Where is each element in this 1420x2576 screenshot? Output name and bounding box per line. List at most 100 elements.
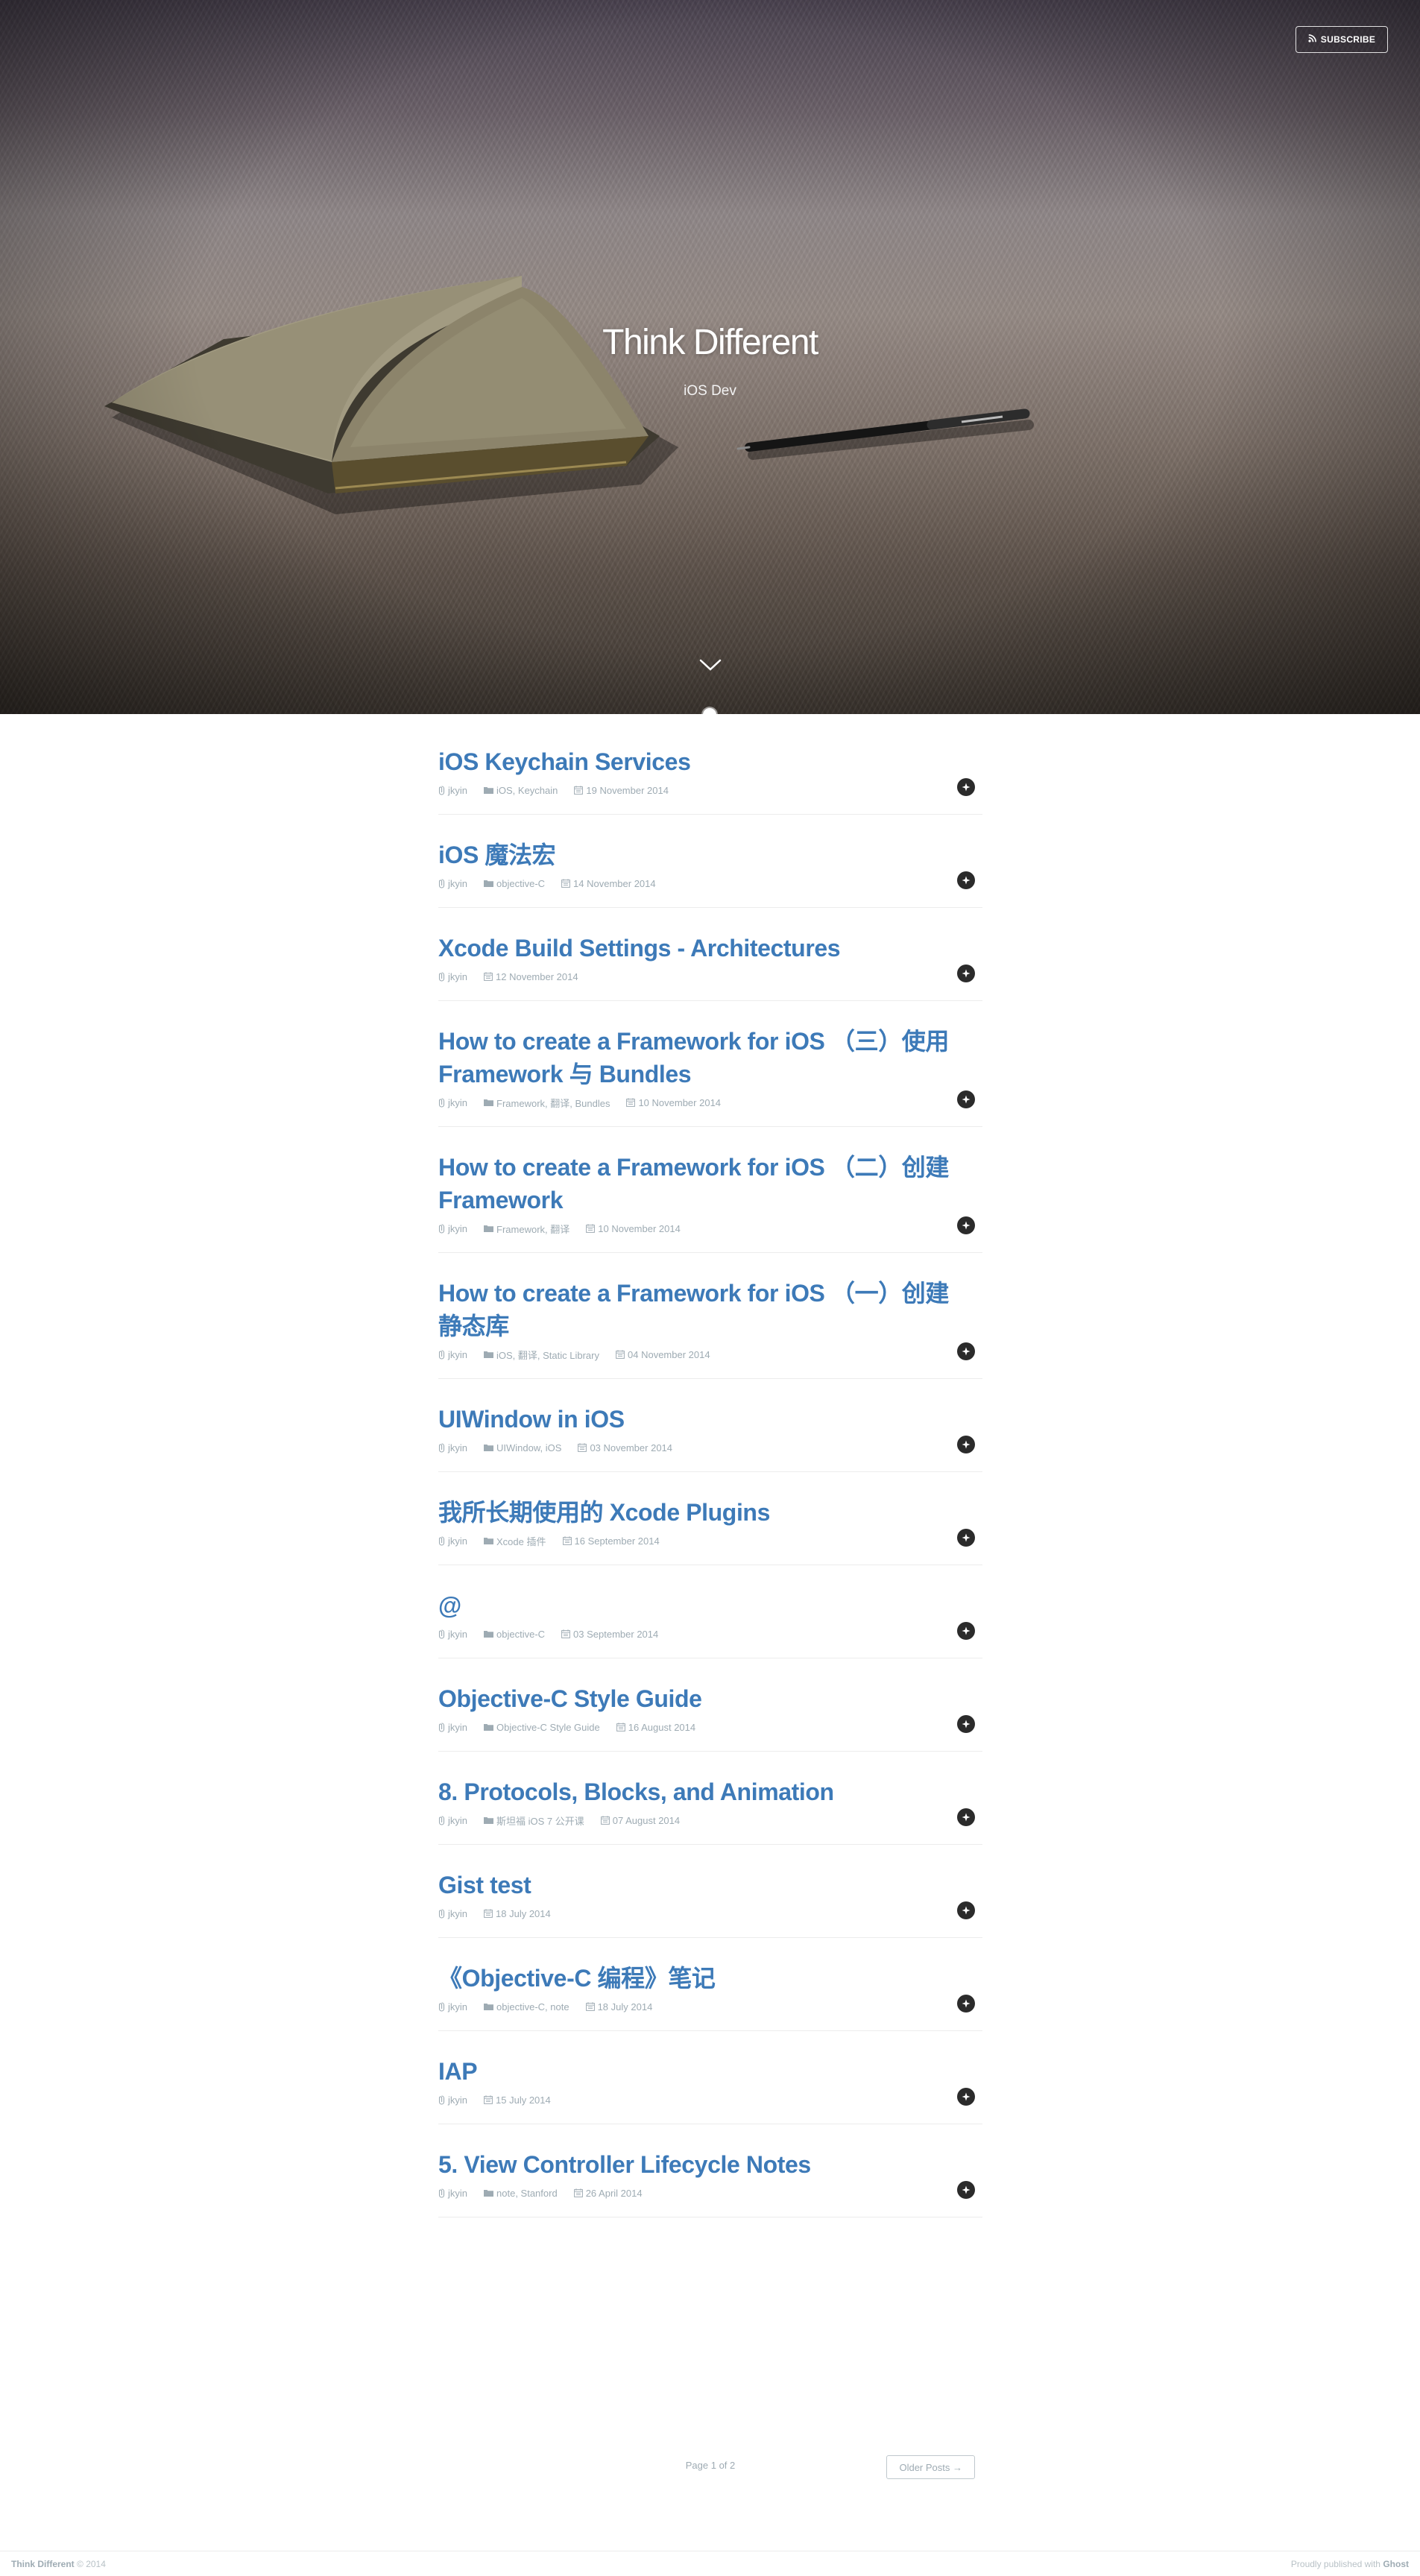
post-author: jkyin — [438, 1629, 467, 1640]
post-item: How to create a Framework for iOS （一）创建 … — [438, 1277, 982, 1379]
paperclip-icon — [438, 1535, 445, 1546]
tag-links[interactable]: Framework, 翻译 — [496, 1222, 569, 1236]
post-title-link[interactable]: 8. Protocols, Blocks, and Animation — [438, 1775, 982, 1808]
post-tags: objective-C, note — [484, 2001, 569, 2012]
tag-links[interactable]: objective-C — [496, 1629, 545, 1640]
author-name[interactable]: jkyin — [448, 1815, 467, 1826]
date-text: 15 July 2014 — [496, 2094, 551, 2106]
calendar-icon — [573, 2188, 583, 2197]
post-title-link[interactable]: Gist test — [438, 1869, 982, 1901]
author-avatar-icon[interactable] — [957, 1529, 975, 1547]
calendar-icon — [561, 1629, 570, 1638]
hero-author-dot — [703, 708, 716, 722]
tag-links[interactable]: Xcode 插件 — [496, 1534, 546, 1548]
tag-links[interactable]: Framework, 翻译, Bundles — [496, 1096, 610, 1110]
author-name[interactable]: jkyin — [448, 2001, 467, 2012]
date-text: 16 September 2014 — [574, 1535, 660, 1547]
post-item: Objective-C Style Guide jkyin Objective-C … — [438, 1682, 982, 1752]
author-avatar-icon[interactable] — [957, 871, 975, 889]
older-posts-button[interactable]: Older Posts → — [886, 2455, 975, 2479]
author-avatar-icon[interactable] — [957, 965, 975, 982]
paperclip-icon — [438, 971, 445, 982]
paperclip-icon — [438, 2094, 445, 2105]
tag-links[interactable]: Objective-C Style Guide — [496, 1722, 600, 1733]
author-avatar-icon[interactable] — [957, 1216, 975, 1234]
tag-links[interactable]: iOS, 翻译, Static Library — [496, 1348, 599, 1362]
tag-links[interactable]: UIWindow, iOS — [496, 1442, 561, 1453]
post-author: jkyin — [438, 2094, 467, 2106]
author-avatar-icon[interactable] — [957, 1901, 975, 1919]
author-avatar-icon[interactable] — [957, 1342, 975, 1360]
post-title-link[interactable]: Xcode Build Settings - Architectures — [438, 932, 982, 965]
author-avatar-icon[interactable] — [957, 1715, 975, 1733]
author-avatar-icon[interactable] — [957, 1090, 975, 1108]
ghost-link[interactable]: Ghost — [1383, 2559, 1409, 2569]
post-title-link[interactable]: iOS Keychain Services — [438, 745, 982, 778]
author-avatar-icon[interactable] — [957, 2088, 975, 2106]
tag-links[interactable]: note, Stanford — [496, 2188, 558, 2199]
author-name[interactable]: jkyin — [448, 2188, 467, 2199]
rss-icon — [1308, 34, 1316, 45]
tag-links[interactable]: objective-C, note — [496, 2001, 569, 2012]
post-title-link[interactable]: UIWindow in iOS — [438, 1403, 982, 1436]
post-tags: UIWindow, iOS — [484, 1442, 561, 1453]
calendar-icon — [616, 1350, 625, 1359]
post-meta: jkyin Framework, 翻译, Bundles 10 November 2… — [438, 1095, 982, 1110]
paperclip-icon — [438, 1442, 445, 1453]
post-title-link[interactable]: 《Objective-C 编程》笔记 — [438, 1962, 982, 1995]
author-name[interactable]: jkyin — [448, 1722, 467, 1733]
footer-poweredby: Proudly published with Ghost — [1291, 2559, 1409, 2569]
post-title-link[interactable]: iOS 魔法宏 — [438, 839, 982, 871]
author-avatar-icon[interactable] — [957, 1436, 975, 1453]
paperclip-icon — [438, 1908, 445, 1919]
post-meta: jkyin iOS, Keychain 19 November 2014 — [438, 783, 982, 798]
footer-site-link[interactable]: Think Different — [11, 2559, 75, 2569]
author-avatar-icon[interactable] — [957, 1995, 975, 2012]
poweredby-text: Proudly published with — [1290, 2559, 1380, 2569]
post-meta: jkyin 15 July 2014 — [438, 2092, 982, 2107]
tag-links[interactable]: 斯坦福 iOS 7 公开课 — [496, 1813, 584, 1828]
post-author: jkyin — [438, 1535, 467, 1547]
post-item: IAP jkyin 15 July 2014 — [438, 2055, 982, 2124]
author-name[interactable]: jkyin — [448, 785, 467, 796]
post-title-link[interactable]: How to create a Framework for iOS （一）创建 … — [438, 1277, 982, 1342]
post-meta: jkyin 18 July 2014 — [438, 1906, 982, 1921]
author-avatar-icon[interactable] — [957, 1622, 975, 1640]
post-title-link[interactable]: How to create a Framework for iOS （三）使用 … — [438, 1025, 982, 1090]
subscribe-button[interactable]: SUBSCRIBE — [1296, 26, 1388, 53]
tag-links[interactable]: iOS, Keychain — [496, 785, 558, 796]
folder-icon — [484, 786, 494, 794]
author-avatar-icon[interactable] — [957, 1808, 975, 1826]
author-name[interactable]: jkyin — [448, 878, 467, 889]
post-title-link[interactable]: IAP — [438, 2055, 982, 2088]
post-date: 03 November 2014 — [578, 1442, 672, 1453]
folder-icon — [484, 1225, 494, 1232]
author-name[interactable]: jkyin — [448, 2094, 467, 2106]
blog-description: iOS Dev — [684, 383, 736, 399]
calendar-icon — [484, 972, 493, 981]
author-name[interactable]: jkyin — [448, 1442, 467, 1453]
post-title-link[interactable]: @ — [438, 1589, 982, 1622]
post-title-link[interactable]: 5. View Controller Lifecycle Notes — [438, 2148, 982, 2181]
author-name[interactable]: jkyin — [448, 1535, 467, 1547]
post-date: 16 August 2014 — [616, 1722, 695, 1733]
copyright-text: © 2014 — [77, 2559, 106, 2569]
author-name[interactable]: jkyin — [448, 1908, 467, 1919]
post-tags: Objective-C Style Guide — [484, 1722, 600, 1733]
post-date: 18 July 2014 — [484, 1908, 551, 1919]
author-name[interactable]: jkyin — [448, 1223, 467, 1234]
post-tags: iOS, 翻译, Static Library — [484, 1348, 599, 1362]
post-title-link[interactable]: How to create a Framework for iOS （二）创建 … — [438, 1151, 982, 1216]
post-title-link[interactable]: Objective-C Style Guide — [438, 1682, 982, 1715]
author-name[interactable]: jkyin — [448, 1349, 467, 1360]
date-text: 16 August 2014 — [628, 1721, 696, 1733]
tag-links[interactable]: objective-C — [496, 878, 545, 889]
scroll-down-icon[interactable] — [698, 656, 722, 674]
author-avatar-icon[interactable] — [957, 778, 975, 796]
author-name[interactable]: jkyin — [448, 1097, 467, 1108]
author-name[interactable]: jkyin — [448, 971, 467, 982]
calendar-icon — [562, 1536, 572, 1545]
author-name[interactable]: jkyin — [448, 1629, 467, 1640]
author-avatar-icon[interactable] — [957, 2181, 975, 2199]
post-title-link[interactable]: 我所长期使用的 Xcode Plugins — [438, 1496, 982, 1529]
